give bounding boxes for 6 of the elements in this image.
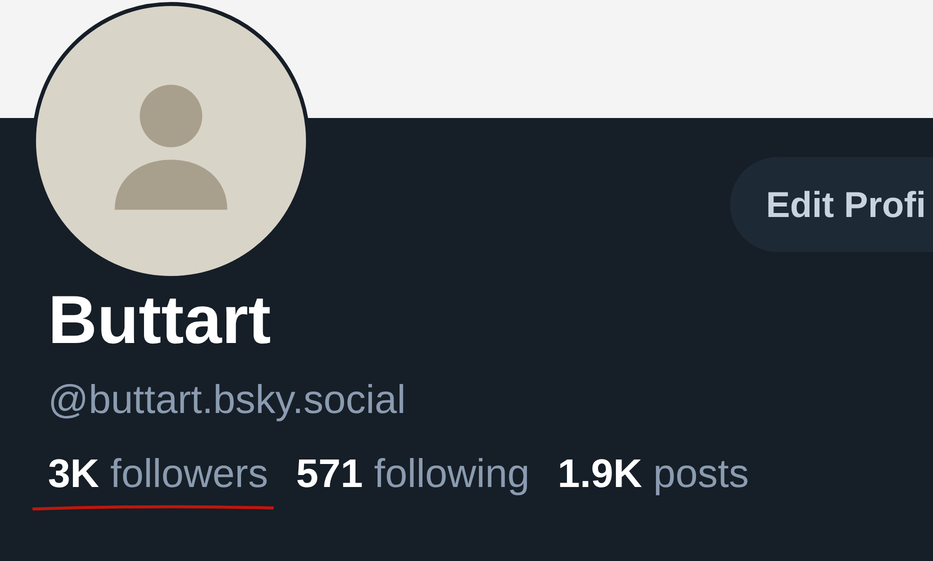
handle-text: @buttart.bsky.social	[48, 380, 407, 420]
stat-link[interactable]: 571 following	[296, 454, 530, 494]
stat-link[interactable]: 1.9K posts	[558, 454, 749, 494]
edit-profile-button[interactable]: Edit Profi	[730, 157, 933, 252]
stat-link[interactable]: 3K followers	[48, 454, 268, 494]
display-name: Buttart	[48, 286, 272, 354]
